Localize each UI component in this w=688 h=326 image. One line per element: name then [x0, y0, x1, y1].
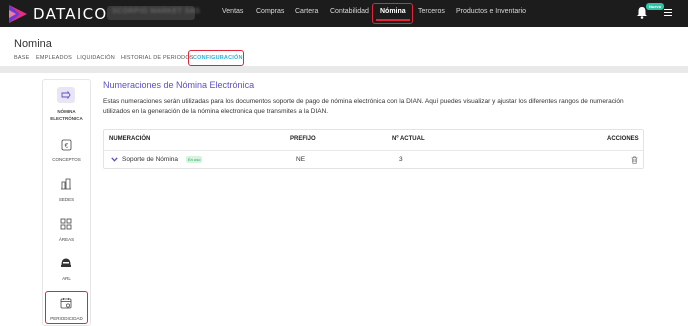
nav-compras[interactable]: Compras — [256, 8, 284, 15]
column-header-actual: Nº ACTUAL — [392, 136, 425, 142]
nav-ventas[interactable]: Ventas — [222, 8, 243, 15]
tab-historial-periodos[interactable]: HISTORIAL DE PERIODOS — [121, 55, 194, 61]
section-title: Numeraciones de Nómina Electrónica — [103, 80, 255, 90]
status-badge: En uso — [186, 156, 203, 163]
column-header-acciones: ACCIONES — [607, 136, 639, 142]
sidebar-item-conceptos[interactable]: CONCEPTOS — [42, 156, 91, 163]
trash-icon[interactable] — [631, 156, 638, 164]
tab-configuracion[interactable]: CONFIGURACIÓN — [193, 55, 243, 61]
tab-liquidacion[interactable]: LIQUIDACIÓN — [77, 55, 115, 61]
company-name: SCORPIO MARKET SAS — [112, 8, 201, 15]
nav-cartera[interactable]: Cartera — [295, 8, 318, 15]
document-icon[interactable] — [57, 87, 75, 103]
column-header-prefijo: PREFIJO — [290, 136, 316, 142]
column-header-numeracion: NUMERACIÓN — [109, 136, 151, 142]
menu-icon[interactable] — [664, 9, 672, 16]
sidebar-item-periodicidad[interactable]: PERIODICIDAD — [42, 315, 91, 322]
nav-productos-inventario[interactable]: Productos e Inventario — [456, 8, 526, 15]
calendar-icon[interactable] — [57, 295, 75, 311]
svg-text:€: € — [64, 143, 68, 150]
sidebar-item-arl[interactable]: ARL — [42, 275, 91, 282]
header-divider — [104, 150, 643, 151]
top-navbar: DATAICO SCORPIO MARKET SAS Ventas Compra… — [0, 0, 688, 27]
nav-nomina[interactable]: Nómina — [380, 8, 406, 15]
nav-contabilidad[interactable]: Contabilidad — [330, 8, 369, 15]
chevron-down-icon[interactable] — [111, 157, 118, 162]
nav-terceros[interactable]: Terceros — [418, 8, 445, 15]
sidebar-item-areas[interactable]: ÁREAS — [42, 236, 91, 243]
numeracion-name[interactable]: Soporte de Nómina — [122, 156, 178, 163]
grid-icon[interactable] — [57, 216, 75, 232]
building-icon[interactable] — [57, 176, 75, 192]
header-divider — [0, 66, 688, 73]
sidebar-item-label: NÓMINA — [57, 109, 76, 114]
numero-actual-value: 3 — [399, 156, 403, 163]
nav-active-underline — [376, 19, 410, 21]
sidebar-item-sedes[interactable]: SEDES — [42, 196, 91, 203]
prefijo-value: NE — [296, 156, 306, 163]
sidebar-item-label: ELECTRÓNICA — [50, 116, 83, 121]
helmet-icon[interactable] — [57, 255, 75, 271]
numeraciones-table: NUMERACIÓN PREFIJO Nº ACTUAL ACCIONES So… — [103, 129, 644, 169]
tab-empleados[interactable]: EMPLEADOS — [36, 55, 72, 61]
cash-icon[interactable]: € — [57, 137, 75, 153]
notification-badge: Nuevo — [646, 3, 665, 10]
section-description: Estas numeraciones serán utilizadas para… — [103, 98, 624, 115]
page-title: Nomina — [14, 38, 52, 50]
brand-name: DATAICO — [33, 5, 108, 23]
sidebar-item-nomina-electronica[interactable]: NÓMINA ELECTRÓNICA — [42, 108, 91, 122]
dataico-logo[interactable] — [8, 4, 28, 24]
tab-base[interactable]: BASE — [14, 55, 29, 61]
